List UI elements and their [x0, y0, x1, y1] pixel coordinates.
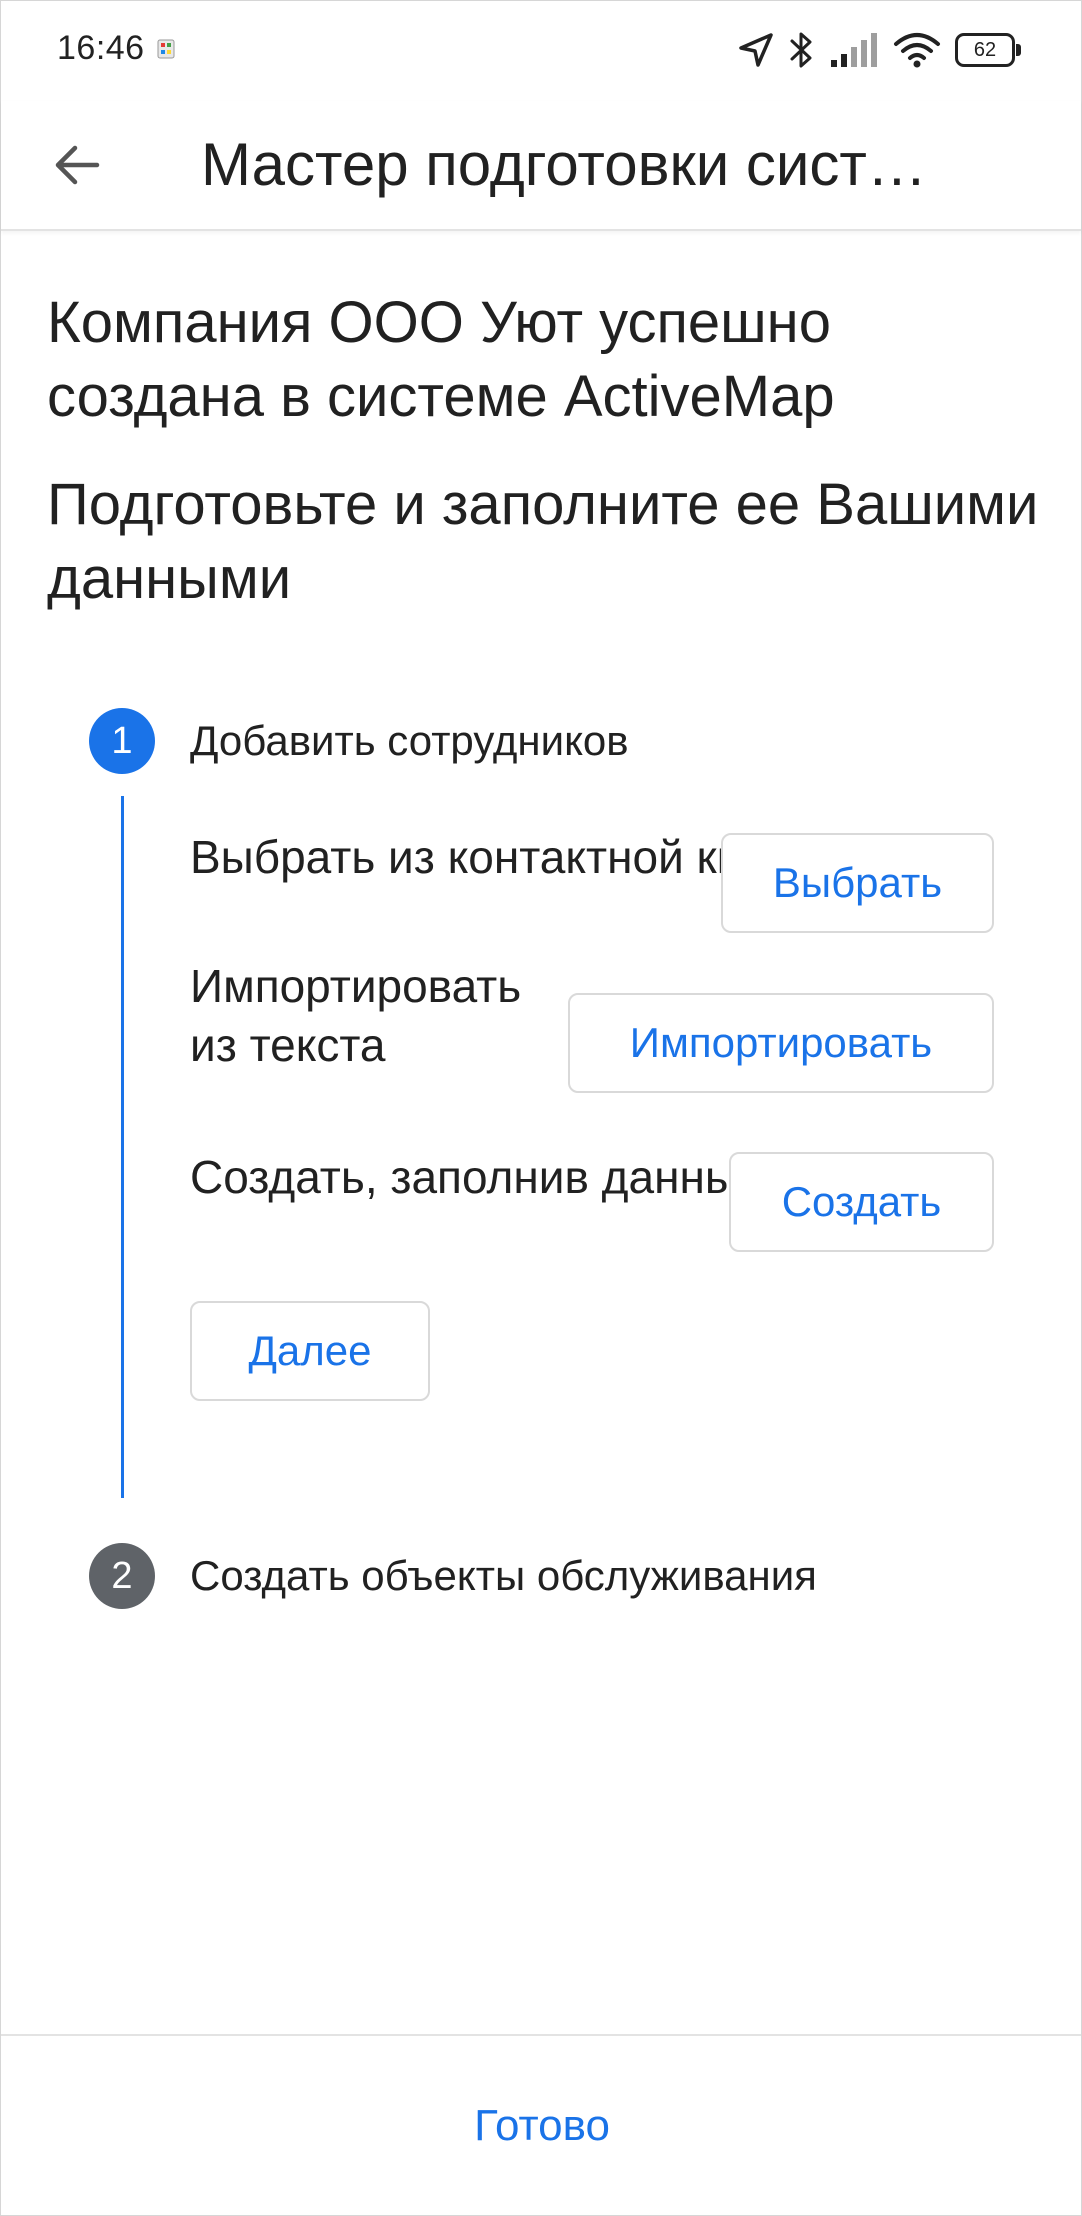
wifi-icon	[894, 33, 940, 68]
success-headline: Компания ООО Уют успешно создана в систе…	[47, 290, 835, 429]
location-arrow-icon	[739, 33, 773, 67]
step-connector-line	[121, 796, 124, 1498]
battery-icon: 62	[955, 33, 1021, 67]
screen: 16:46 62 Мастер подготовки сист… Компани…	[0, 0, 1082, 2216]
step-1-title[interactable]: Добавить сотрудников	[190, 717, 629, 765]
import-text-button[interactable]: Импортировать	[568, 993, 994, 1093]
select-contacts-button[interactable]: Выбрать	[721, 833, 994, 933]
status-icons: 62	[737, 27, 1021, 73]
status-time: 16:46	[57, 29, 145, 67]
create-manual-button[interactable]: Создать	[729, 1152, 994, 1252]
arrow-back-icon	[55, 145, 100, 185]
signal-icon	[831, 33, 877, 67]
page-title: Мастер подготовки сист…	[201, 131, 927, 198]
step-1-number-icon[interactable]: 1	[89, 708, 155, 774]
option-import-text: Импортировать из текста	[190, 960, 522, 1071]
next-button[interactable]: Далее	[190, 1301, 430, 1401]
step-2-number-icon[interactable]: 2	[89, 1543, 155, 1609]
status-bar: 16:46 62	[1, 1, 1081, 101]
footer-divider	[1, 2034, 1081, 2036]
battery-cap	[1016, 44, 1021, 56]
done-button[interactable]: Готово	[392, 2076, 692, 2176]
bluetooth-icon	[790, 32, 812, 68]
battery-level: 62	[973, 39, 997, 61]
back-button[interactable]	[37, 125, 117, 205]
notification-app-icon	[157, 39, 175, 59]
option-contacts-text: Выбрать из контактной книги	[190, 831, 811, 883]
step-2-title[interactable]: Создать объекты обслуживания	[190, 1552, 817, 1600]
instruction-headline: Подготовьте и заполните ее Вашими данным…	[47, 472, 1039, 611]
app-bar: Мастер подготовки сист…	[1, 101, 1081, 231]
